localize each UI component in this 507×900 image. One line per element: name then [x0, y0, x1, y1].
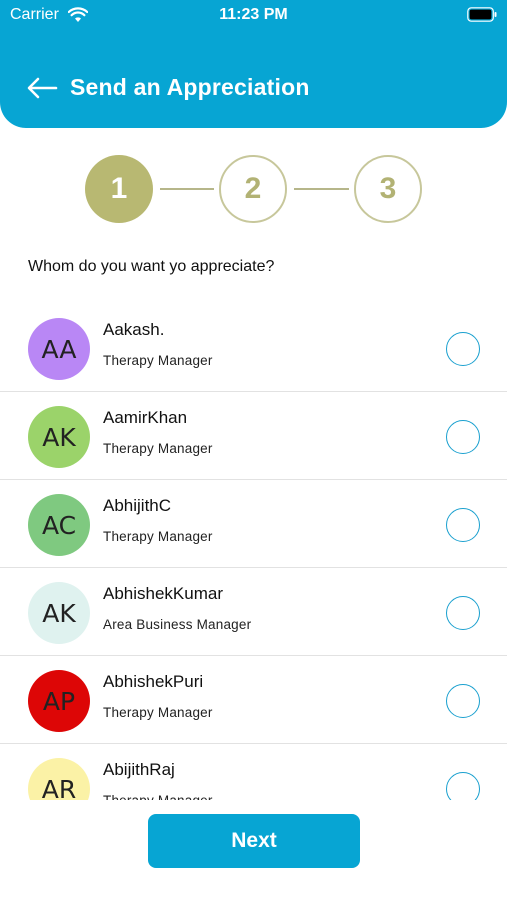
step-2: 2	[219, 155, 287, 223]
person-role: Therapy Manager	[103, 529, 213, 544]
app-header: Carrier 11:23 PM Send an Appreciation	[0, 0, 507, 128]
avatar: AK	[28, 582, 90, 644]
step-connector-2	[294, 188, 349, 190]
avatar: AC	[28, 494, 90, 556]
avatar: AK	[28, 406, 90, 468]
battery-icon	[467, 7, 497, 22]
select-radio[interactable]	[446, 684, 480, 718]
back-arrow-icon[interactable]	[26, 76, 58, 100]
step-1-label: 1	[110, 172, 128, 205]
person-role: Therapy Manager	[103, 441, 213, 456]
person-name: AbhijithC	[103, 496, 172, 515]
person-role: Therapy Manager	[103, 793, 213, 800]
status-bar: Carrier 11:23 PM	[0, 0, 507, 30]
avatar: AR	[28, 758, 90, 800]
list-item[interactable]: AC AbhijithC Therapy Manager	[0, 480, 507, 568]
person-name: AbijithRaj	[103, 760, 175, 779]
people-list[interactable]: AA Aakash. Therapy Manager AK AamirKhan …	[0, 304, 507, 800]
list-item[interactable]: AP AbhishekPuri Therapy Manager	[0, 656, 507, 744]
progress-stepper: 1 2 3	[0, 155, 507, 225]
step-2-label: 2	[244, 172, 262, 205]
person-role: Therapy Manager	[103, 705, 213, 720]
person-role: Therapy Manager	[103, 353, 213, 368]
step-connector-1	[160, 188, 214, 190]
step-1: 1	[85, 155, 153, 223]
list-item[interactable]: AR AbijithRaj Therapy Manager	[0, 744, 507, 800]
select-radio[interactable]	[446, 420, 480, 454]
list-item[interactable]: AK AamirKhan Therapy Manager	[0, 392, 507, 480]
question-label: Whom do you want yo appreciate?	[28, 258, 275, 275]
person-name: AbhishekPuri	[103, 672, 204, 691]
list-item[interactable]: AK AbhishekKumar Area Business Manager	[0, 568, 507, 656]
person-role: Area Business Manager	[103, 617, 252, 632]
select-radio[interactable]	[446, 772, 480, 800]
select-radio[interactable]	[446, 596, 480, 630]
avatar: AP	[28, 670, 90, 732]
step-3: 3	[354, 155, 422, 223]
list-item[interactable]: AA Aakash. Therapy Manager	[0, 304, 507, 392]
next-button[interactable]: Next	[148, 814, 360, 868]
person-name: AamirKhan	[103, 408, 188, 427]
step-3-label: 3	[379, 172, 397, 205]
person-name: AbhishekKumar	[103, 584, 224, 603]
status-time: 11:23 PM	[219, 6, 288, 23]
avatar: AA	[28, 318, 90, 380]
select-radio[interactable]	[446, 332, 480, 366]
person-name: Aakash.	[103, 320, 165, 339]
page-title: Send an Appreciation	[70, 74, 310, 100]
select-radio[interactable]	[446, 508, 480, 542]
